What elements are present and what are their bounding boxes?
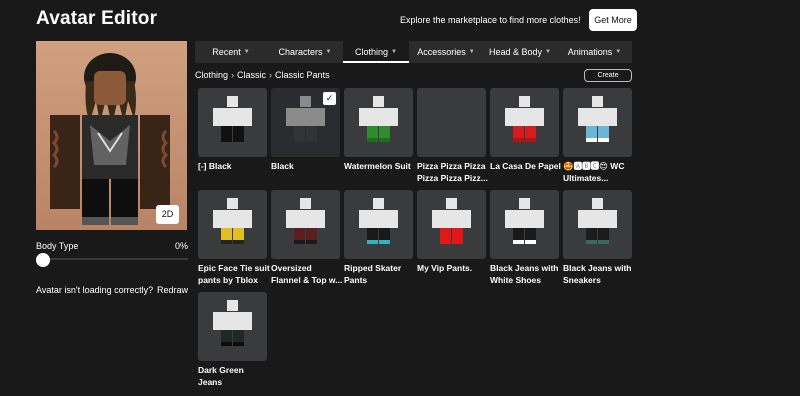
category-tabs: Recent ▼ Characters ▼ Clothing ▼ Accesso… <box>195 41 632 63</box>
mannequin-icon <box>505 198 544 244</box>
body-type-slider-handle[interactable] <box>36 253 50 267</box>
inventory-item[interactable]: Ripped Skater Pants <box>344 190 413 286</box>
marketplace-promo-text: Explore the marketplace to find more clo… <box>400 15 581 25</box>
item-name: Oversized Flannel & Top w... <box>271 263 343 285</box>
tab-characters[interactable]: Characters ▼ <box>267 41 343 63</box>
chevron-right-icon: › <box>231 70 235 80</box>
chevron-down-icon: ▼ <box>468 49 475 55</box>
body-type-slider[interactable] <box>40 258 188 260</box>
tab-label: Clothing <box>355 47 389 57</box>
redraw-button[interactable]: Redraw <box>157 285 188 295</box>
avatar-loading-help: Avatar isn't loading correctly? <box>36 285 154 295</box>
toggle-2d-button[interactable]: 2D <box>156 205 179 224</box>
mannequin-icon <box>505 96 544 142</box>
body-type-label: Body Type <box>36 241 79 251</box>
avatar-figure <box>50 53 170 225</box>
item-name: 🤩🅰🅱🅲😍 WC Ultimates... <box>563 161 625 183</box>
chevron-down-icon: ▼ <box>615 49 622 55</box>
chevron-down-icon: ▼ <box>391 49 397 55</box>
chevron-down-icon: ▼ <box>545 49 551 55</box>
mannequin-icon <box>359 198 398 244</box>
inventory-item[interactable]: Dark Green Jeans <box>198 292 267 388</box>
tab-label: Accessories <box>417 47 466 57</box>
item-thumbnail[interactable] <box>198 190 267 259</box>
mannequin-icon <box>578 198 617 244</box>
item-thumbnail[interactable] <box>490 88 559 157</box>
inventory-item[interactable]: Oversized Flannel & Top w... <box>271 190 343 286</box>
inventory-item[interactable]: La Casa De Papel <box>490 88 561 173</box>
item-name: My Vip Pants. <box>417 263 473 273</box>
inventory-item[interactable]: Epic Face Tie suit pants by Tblox <box>198 190 270 286</box>
tab-recent[interactable]: Recent ▼ <box>195 41 267 63</box>
item-thumbnail[interactable] <box>417 190 486 259</box>
tab-head-body[interactable]: Head & Body ▼ <box>483 41 557 63</box>
body-type-value: 0% <box>175 241 189 251</box>
mannequin-icon <box>213 96 252 142</box>
inventory-item[interactable]: My Vip Pants. <box>417 190 486 275</box>
item-name: Ripped Skater Pants <box>344 263 402 285</box>
checkmark-icon: ✓ <box>323 92 336 105</box>
item-thumbnail[interactable] <box>198 88 267 157</box>
tab-accessories[interactable]: Accessories ▼ <box>409 41 483 63</box>
tab-label: Head & Body <box>489 47 543 57</box>
tab-clothing[interactable]: Clothing ▼ <box>343 41 409 63</box>
item-name: Watermelon Suit <box>344 161 411 171</box>
mannequin-icon <box>213 198 252 244</box>
page-title: Avatar Editor <box>36 8 158 29</box>
item-thumbnail[interactable] <box>563 190 632 259</box>
chevron-down-icon: ▼ <box>243 49 250 55</box>
mannequin-icon <box>286 198 325 244</box>
inventory-item[interactable]: Black Jeans with White Shoes <box>490 190 559 286</box>
chevron-down-icon: ▼ <box>325 49 332 55</box>
item-name: [-] Black <box>198 161 232 171</box>
create-button[interactable]: Create <box>584 69 632 82</box>
item-name: La Casa De Papel <box>490 161 561 171</box>
chevron-right-icon: › <box>269 70 273 80</box>
avatar-preview <box>36 41 187 230</box>
item-thumbnail[interactable] <box>563 88 632 157</box>
inventory-item[interactable]: [-] Black <box>198 88 267 173</box>
tab-label: Characters <box>278 47 323 57</box>
item-thumbnail[interactable] <box>490 190 559 259</box>
item-name: Dark Green Jeans <box>198 365 244 387</box>
breadcrumb: Clothing › Classic › Classic Pants <box>195 70 330 80</box>
item-name: Epic Face Tie suit pants by Tblox <box>198 263 270 285</box>
mannequin-icon <box>213 300 252 346</box>
breadcrumb-item-clothing[interactable]: Clothing <box>195 70 228 80</box>
item-thumbnail[interactable] <box>271 190 340 259</box>
item-name: Pizza Pizza Pizza Pizza Pizza Pizz... <box>417 161 488 183</box>
item-thumbnail[interactable] <box>198 292 267 361</box>
item-thumbnail[interactable] <box>344 88 413 157</box>
item-name: Black Jeans with Sneakers <box>563 263 632 285</box>
mannequin-icon <box>359 96 398 142</box>
item-thumbnail[interactable]: ✓ <box>271 88 340 157</box>
inventory-item[interactable]: Pizza Pizza Pizza Pizza Pizza Pizz... <box>417 88 488 184</box>
item-thumbnail[interactable] <box>417 88 486 157</box>
tab-animations[interactable]: Animations ▼ <box>557 41 632 63</box>
get-more-button[interactable]: Get More <box>589 9 637 31</box>
mannequin-icon <box>432 198 471 244</box>
item-name: Black <box>271 161 294 171</box>
breadcrumb-item-classic[interactable]: Classic <box>237 70 266 80</box>
inventory-item[interactable]: 🤩🅰🅱🅲😍 WC Ultimates... <box>563 88 632 184</box>
item-thumbnail[interactable] <box>344 190 413 259</box>
tab-label: Animations <box>567 47 613 57</box>
inventory-item[interactable]: ✓ Black <box>271 88 340 173</box>
item-name: Black Jeans with White Shoes <box>490 263 559 285</box>
mannequin-icon <box>578 96 617 142</box>
inventory-item[interactable]: Watermelon Suit <box>344 88 413 173</box>
inventory-item[interactable]: Black Jeans with Sneakers <box>563 190 632 286</box>
breadcrumb-item-classic-pants: Classic Pants <box>275 70 330 80</box>
tab-label: Recent <box>212 47 241 57</box>
